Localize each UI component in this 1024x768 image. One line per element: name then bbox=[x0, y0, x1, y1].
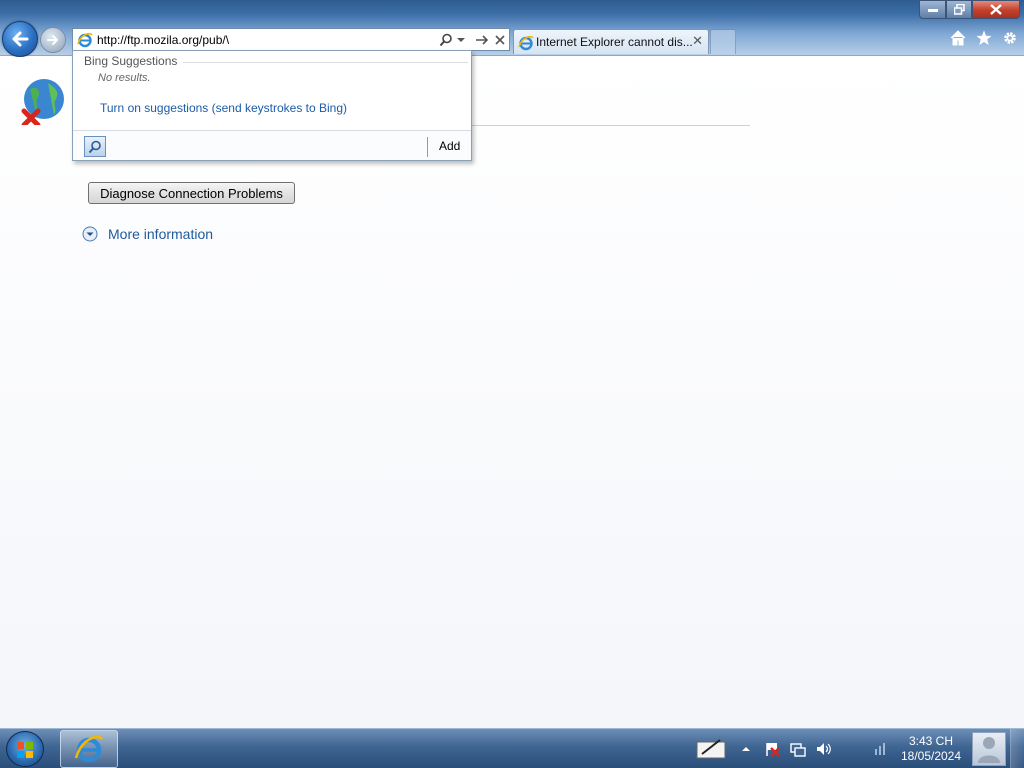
window-controls bbox=[919, 0, 1020, 19]
stop-icon[interactable] bbox=[495, 32, 505, 48]
more-information-toggle[interactable]: More information bbox=[82, 226, 213, 242]
new-tab-button[interactable] bbox=[710, 29, 736, 54]
back-arrow-icon bbox=[12, 31, 29, 47]
command-icons bbox=[950, 30, 1018, 46]
diagnose-connection-button[interactable]: Diagnose Connection Problems bbox=[88, 182, 295, 204]
forward-arrow-icon bbox=[47, 35, 58, 45]
network-icon[interactable] bbox=[790, 741, 806, 757]
back-button[interactable] bbox=[2, 21, 38, 57]
close-window-button[interactable] bbox=[972, 0, 1020, 19]
tab-close-icon[interactable]: ✕ bbox=[692, 33, 703, 49]
user-tile[interactable] bbox=[972, 732, 1006, 766]
taskbar: 3:43 CH 18/05/2024 bbox=[0, 728, 1024, 768]
internet-explorer-icon bbox=[74, 735, 104, 763]
home-icon[interactable] bbox=[950, 30, 966, 46]
system-tray bbox=[696, 735, 888, 763]
clock-date: 18/05/2024 bbox=[900, 749, 962, 763]
taskbar-internet-explorer[interactable] bbox=[60, 730, 118, 768]
input-indicator-icon[interactable] bbox=[872, 741, 888, 757]
user-icon bbox=[978, 737, 1000, 763]
ie-tab-icon bbox=[518, 35, 534, 51]
show-desktop-button[interactable] bbox=[1010, 729, 1024, 768]
minimize-icon bbox=[927, 8, 938, 12]
favorites-star-icon[interactable] bbox=[976, 30, 992, 46]
forward-button[interactable] bbox=[40, 27, 66, 53]
restore-icon bbox=[953, 4, 965, 15]
close-icon bbox=[990, 4, 1002, 15]
address-bar[interactable]: http://ftp.mozila.org/pub/\ bbox=[72, 28, 510, 51]
browser-toolbar: http://ftp.mozila.org/pub/\ Internet Exp… bbox=[0, 0, 1024, 57]
volume-icon[interactable] bbox=[816, 741, 832, 757]
start-button[interactable] bbox=[6, 731, 44, 767]
error-globe-icon bbox=[21, 79, 64, 125]
tab-error-page[interactable]: Internet Explorer cannot dis... ✕ bbox=[513, 29, 709, 54]
add-provider-button[interactable]: Add bbox=[439, 139, 460, 153]
tray-arrow-icon[interactable] bbox=[738, 741, 754, 757]
no-results-text: No results. bbox=[98, 72, 151, 84]
url-text[interactable]: http://ftp.mozila.org/pub/\ bbox=[97, 33, 229, 47]
search-provider-icon[interactable] bbox=[84, 136, 106, 157]
clock-time: 3:43 CH bbox=[908, 734, 954, 748]
address-suggestions-dropdown: Bing Suggestions No results. Turn on sug… bbox=[72, 50, 472, 161]
minimize-button[interactable] bbox=[919, 0, 946, 19]
search-provider-bar: Add bbox=[73, 130, 471, 160]
footer-divider bbox=[427, 137, 428, 157]
clock[interactable]: 3:43 CH 18/05/2024 bbox=[896, 734, 966, 764]
windows-logo-icon bbox=[17, 742, 33, 758]
go-arrow-icon[interactable] bbox=[475, 32, 489, 48]
tab-title: Internet Explorer cannot dis... bbox=[536, 35, 693, 49]
action-center-flag-icon[interactable] bbox=[764, 741, 780, 757]
bing-suggestions-header: Bing Suggestions bbox=[84, 54, 178, 68]
expand-chevron-icon bbox=[82, 226, 98, 242]
turn-on-suggestions-link[interactable]: Turn on suggestions (send keystrokes to … bbox=[100, 101, 347, 115]
search-icon[interactable] bbox=[439, 32, 453, 48]
dropdown-icon[interactable] bbox=[457, 32, 465, 48]
ie-page-icon bbox=[77, 32, 93, 48]
settings-gear-icon[interactable] bbox=[1002, 30, 1018, 46]
header-divider bbox=[183, 62, 468, 63]
more-information-link[interactable]: More information bbox=[108, 226, 213, 242]
restore-button[interactable] bbox=[946, 0, 972, 19]
pen-tablet-icon[interactable] bbox=[696, 739, 728, 759]
